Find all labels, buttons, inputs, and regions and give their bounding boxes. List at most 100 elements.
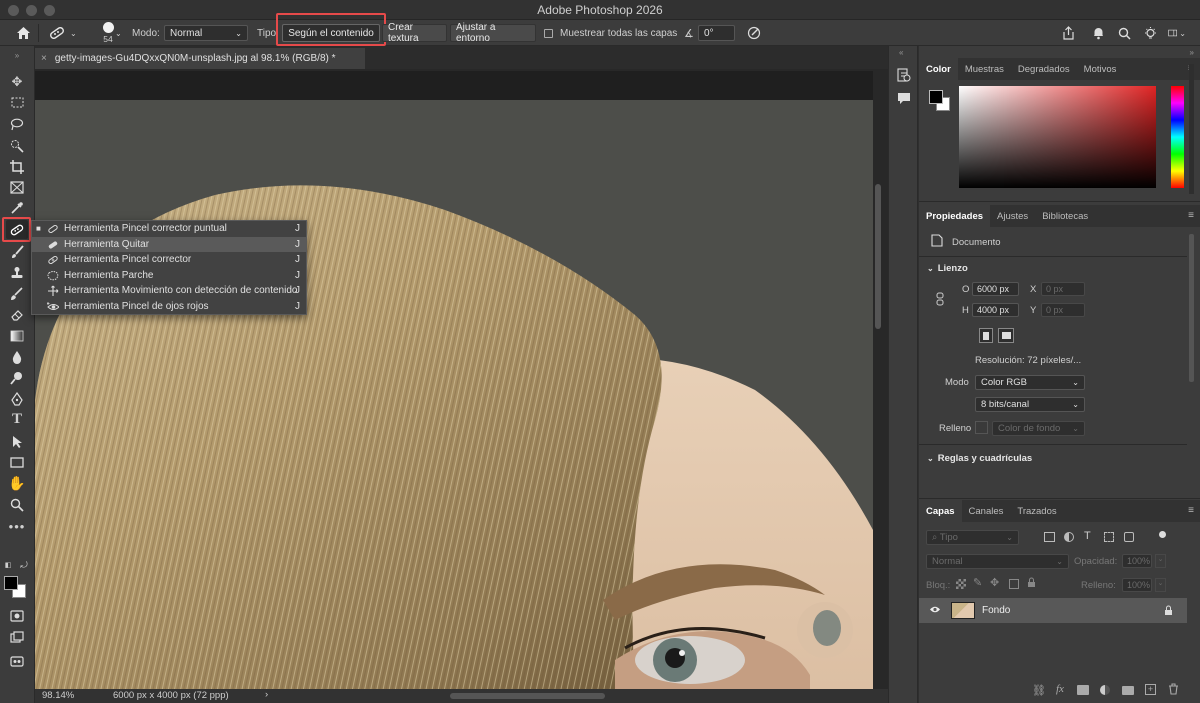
blur-tool-icon[interactable] bbox=[6, 347, 28, 366]
search-icon[interactable] bbox=[1117, 20, 1131, 46]
panel-menu-icon[interactable]: ≡ bbox=[1188, 210, 1194, 221]
frame-tool-icon[interactable] bbox=[6, 178, 28, 197]
flyout-item-patch[interactable]: Herramienta Parche J bbox=[32, 268, 306, 283]
dodge-tool-icon[interactable] bbox=[6, 368, 28, 387]
history-panel-icon[interactable] bbox=[897, 68, 911, 85]
quick-selection-tool-icon[interactable] bbox=[6, 136, 28, 155]
swap-colors-icon[interactable]: ⤾ bbox=[18, 560, 30, 570]
brush-tool-icon[interactable] bbox=[6, 242, 28, 261]
panel-menu-icon[interactable]: ≡ bbox=[1188, 505, 1194, 516]
tool-preset-picker[interactable]: ⌄ bbox=[48, 20, 80, 46]
zoom-tool-icon[interactable] bbox=[6, 495, 28, 514]
lock-pixels-icon[interactable]: ✎ bbox=[973, 576, 982, 589]
link-dimensions-icon[interactable] bbox=[936, 292, 944, 309]
default-colors-icon[interactable]: ◧ bbox=[3, 560, 13, 570]
foreground-color-chip[interactable] bbox=[929, 90, 943, 104]
share-icon[interactable] bbox=[1061, 20, 1075, 46]
rectangle-tool-icon[interactable] bbox=[6, 453, 28, 472]
new-group-icon[interactable] bbox=[1122, 686, 1134, 695]
tab-color[interactable]: Color bbox=[919, 58, 958, 80]
eraser-tool-icon[interactable] bbox=[6, 305, 28, 324]
sample-all-layers-checkbox[interactable]: Muestrear todas las capas bbox=[544, 20, 677, 46]
zoom-level[interactable]: 98.14% bbox=[42, 690, 74, 701]
landscape-orientation-icon[interactable] bbox=[998, 328, 1014, 343]
fill-select[interactable]: Color de fondo ⌄ bbox=[992, 421, 1085, 436]
tab-swatches[interactable]: Muestras bbox=[958, 58, 1011, 80]
clone-stamp-tool-icon[interactable] bbox=[6, 263, 28, 282]
delete-layer-icon[interactable] bbox=[1168, 683, 1179, 698]
height-field[interactable]: 4000 px bbox=[972, 303, 1019, 317]
tab-properties[interactable]: Propiedades bbox=[919, 205, 991, 227]
lock-artboard-icon[interactable] bbox=[1009, 579, 1019, 589]
width-field[interactable]: 6000 px bbox=[972, 282, 1019, 296]
tab-adjustments[interactable]: Ajustes bbox=[990, 205, 1035, 227]
status-menu-arrow-icon[interactable]: › bbox=[265, 689, 268, 700]
add-mask-icon[interactable] bbox=[1077, 685, 1089, 695]
hand-tool-icon[interactable]: ✋ bbox=[6, 474, 28, 493]
panels-collapse-icon[interactable]: » bbox=[1190, 48, 1194, 57]
toolbar-collapse-icon[interactable]: » bbox=[6, 50, 28, 60]
screen-mode-icon[interactable] bbox=[6, 627, 28, 646]
foreground-color-swatch[interactable] bbox=[4, 576, 18, 590]
layer-style-fx-icon[interactable]: fx bbox=[1056, 683, 1064, 695]
color-field[interactable] bbox=[959, 86, 1156, 188]
chevron-down-icon[interactable]: ⌄ bbox=[1155, 578, 1166, 592]
pressure-size-icon[interactable] bbox=[746, 20, 762, 46]
layer-row[interactable]: Fondo bbox=[919, 598, 1187, 623]
layer-filter-select[interactable]: ⌕ Tipo ⌄ bbox=[926, 530, 1019, 545]
eyedropper-tool-icon[interactable] bbox=[6, 198, 28, 217]
type-tool-icon[interactable]: T bbox=[6, 410, 28, 429]
create-texture-button[interactable]: Crear textura bbox=[382, 22, 447, 44]
lasso-tool-icon[interactable] bbox=[6, 115, 28, 134]
canvas-area[interactable] bbox=[35, 69, 888, 689]
filter-adjustment-icon[interactable] bbox=[1064, 532, 1074, 542]
more-tools-icon[interactable]: ••• bbox=[6, 517, 28, 536]
new-adjustment-layer-icon[interactable] bbox=[1100, 685, 1110, 695]
chevron-down-icon[interactable]: ⌄ bbox=[1155, 554, 1166, 568]
lock-all-icon[interactable] bbox=[1027, 577, 1036, 591]
tab-paths[interactable]: Trazados bbox=[1010, 500, 1063, 522]
hue-slider[interactable] bbox=[1171, 86, 1184, 188]
flyout-item-remove-tool[interactable]: Herramienta Quitar J bbox=[32, 237, 306, 252]
flyout-item-red-eye[interactable]: Herramienta Pincel de ojos rojos J bbox=[32, 299, 306, 314]
flyout-item-spot-healing[interactable]: ■ Herramienta Pincel corrector puntual J bbox=[32, 221, 306, 236]
link-layers-icon[interactable]: ⛓ bbox=[1032, 684, 1046, 697]
filter-image-icon[interactable] bbox=[1044, 532, 1055, 542]
flyout-item-content-aware-move[interactable]: Herramienta Movimiento con detección de … bbox=[32, 283, 306, 298]
quick-mask-icon[interactable] bbox=[6, 606, 28, 625]
notifications-bell-icon[interactable] bbox=[1091, 20, 1105, 46]
tab-layers[interactable]: Capas bbox=[919, 500, 962, 522]
filter-shape-icon[interactable] bbox=[1104, 532, 1114, 542]
filter-type-icon[interactable]: T bbox=[1084, 530, 1091, 542]
move-tool-icon[interactable]: ✥ bbox=[6, 72, 28, 91]
filter-smart-object-icon[interactable] bbox=[1124, 532, 1134, 542]
mode-select[interactable]: Normal ⌄ bbox=[164, 25, 248, 41]
blend-mode-select[interactable]: Normal ⌄ bbox=[926, 554, 1069, 569]
tab-patterns[interactable]: Motivos bbox=[1077, 58, 1124, 80]
horizontal-scrollbar[interactable] bbox=[450, 693, 605, 699]
pen-tool-icon[interactable] bbox=[6, 389, 28, 408]
home-icon[interactable] bbox=[14, 20, 32, 46]
tab-libraries[interactable]: Bibliotecas bbox=[1035, 205, 1095, 227]
discover-lightbulb-icon[interactable] bbox=[1142, 20, 1158, 46]
tab-gradients[interactable]: Degradados bbox=[1011, 58, 1077, 80]
vertical-scrollbar[interactable] bbox=[875, 184, 881, 329]
comments-panel-icon[interactable] bbox=[897, 92, 911, 108]
strip-collapse-icon[interactable]: « bbox=[899, 48, 903, 57]
y-field[interactable]: 0 px bbox=[1041, 303, 1085, 317]
flyout-item-healing-brush[interactable]: Herramienta Pincel corrector J bbox=[32, 252, 306, 267]
fill-field[interactable]: 100% bbox=[1122, 578, 1152, 592]
new-layer-icon[interactable]: + bbox=[1145, 684, 1156, 695]
history-brush-tool-icon[interactable] bbox=[6, 284, 28, 303]
x-field[interactable]: 0 px bbox=[1041, 282, 1085, 296]
document-image[interactable] bbox=[35, 100, 873, 689]
properties-scrollbar[interactable] bbox=[1189, 234, 1194, 382]
angle-field[interactable]: 0° bbox=[698, 25, 735, 41]
gradient-tool-icon[interactable] bbox=[6, 326, 28, 345]
crop-tool-icon[interactable] bbox=[6, 157, 28, 176]
portrait-orientation-icon[interactable] bbox=[979, 328, 993, 343]
tab-channels[interactable]: Canales bbox=[962, 500, 1011, 522]
opacity-field[interactable]: 100% bbox=[1122, 554, 1152, 568]
color-panel-scrollbar[interactable] bbox=[1189, 64, 1194, 194]
path-selection-tool-icon[interactable] bbox=[6, 432, 28, 451]
